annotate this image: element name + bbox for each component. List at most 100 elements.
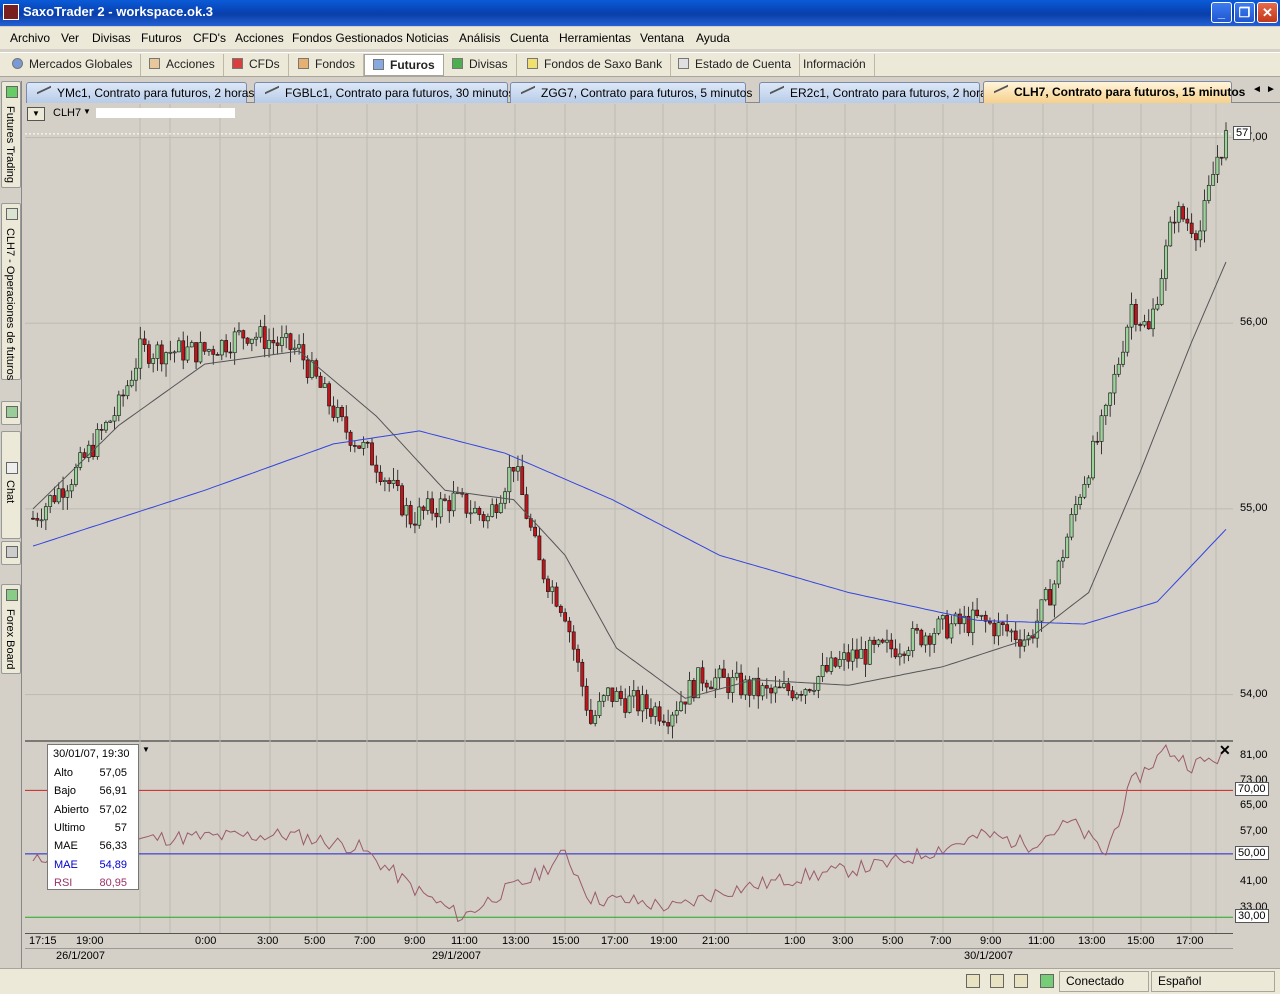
candle-body	[112, 415, 117, 422]
symbol-dropdown-icon[interactable]: ▼	[83, 107, 91, 116]
sidebar-chat[interactable]: Chat	[1, 431, 21, 539]
toolbar-mercados-globales[interactable]: Mercados Globales	[4, 54, 142, 76]
candle-body	[219, 340, 224, 356]
tab-label: CLH7, Contrato para futuros, 15 minutos	[1014, 85, 1246, 99]
tab-er2c1[interactable]: ER2c1, Contrato para futuros, 2 horas	[759, 82, 993, 103]
menu-archivo[interactable]: Archivo	[10, 31, 50, 45]
candle-body	[52, 495, 57, 503]
candle-body	[387, 480, 392, 484]
candle-body	[945, 615, 949, 639]
time-axis-label: 11:00	[451, 935, 478, 947]
candle-body	[271, 339, 276, 344]
sidebar-forex-board[interactable]: Forex Board	[1, 584, 21, 674]
candle-body	[752, 677, 756, 696]
menu-ver[interactable]: Ver	[61, 31, 79, 45]
toolbar-divisas[interactable]: Divisas	[444, 54, 517, 76]
candle-body	[224, 340, 229, 353]
toolbar-cfds[interactable]: CFDs	[224, 54, 289, 76]
candle-body	[846, 652, 851, 662]
candle-body	[451, 492, 456, 512]
chart-line-icon	[994, 84, 1008, 100]
candle-body	[614, 691, 619, 702]
candle-body	[335, 407, 340, 418]
toolbar-estado-cuenta[interactable]: Estado de Cuenta	[670, 54, 801, 76]
menu-herramientas[interactable]: Herramientas	[559, 31, 631, 45]
candle-body	[623, 698, 628, 713]
candle-body	[700, 667, 705, 684]
candle-body	[365, 441, 370, 444]
price-axis-label: 56,00	[1240, 316, 1268, 329]
candle-body	[189, 342, 194, 348]
menu-ventana[interactable]: Ventana	[640, 31, 684, 45]
tab-clh7[interactable]: CLH7, Contrato para futuros, 15 minutos	[983, 81, 1245, 103]
sidebar-chart[interactable]	[1, 401, 21, 425]
candle-body	[713, 677, 718, 690]
tab-ymc1[interactable]: YMc1, Contrato para futuros, 2 horas	[26, 82, 254, 103]
tab-fgblc1[interactable]: FGBLc1, Contrato para futuros, 30 minuto…	[254, 82, 514, 103]
info-value: 57	[114, 821, 127, 834]
connection-status: Conectado	[1059, 971, 1149, 992]
toolbar-informacion[interactable]: Información	[795, 54, 875, 76]
tabs-scroll-right[interactable]: ►	[1266, 84, 1276, 95]
menu-analisis[interactable]: Análisis	[459, 31, 500, 45]
close-indicator-icon[interactable]: ✕	[1219, 742, 1231, 759]
candle-body	[546, 578, 550, 592]
candle-body	[829, 657, 834, 672]
time-axis-label: 3:00	[832, 935, 854, 947]
menu-cuenta[interactable]: Cuenta	[510, 31, 549, 45]
tab-label: ZGG7, Contrato para futuros, 5 minutos	[541, 86, 753, 100]
candle-body	[855, 649, 859, 659]
candle-body	[876, 639, 881, 645]
candle-body	[696, 667, 701, 699]
candle-body	[1146, 321, 1151, 330]
menu-ayuda[interactable]: Ayuda	[696, 31, 730, 45]
price-chart[interactable]	[25, 104, 1233, 936]
candle-body	[833, 657, 838, 667]
candle-body	[747, 679, 752, 696]
sidebar-clh7-operaciones[interactable]: CLH7 - Operaciones de futuros	[1, 203, 21, 380]
sidebar-label: Chat	[4, 480, 16, 504]
candle-body	[803, 689, 808, 696]
sidebar-futures-trading[interactable]: Futures Trading	[1, 81, 21, 188]
menu-divisas[interactable]: Divisas	[92, 31, 131, 45]
tab-label: FGBLc1, Contrato para futuros, 30 minuto…	[285, 86, 515, 100]
menu-acciones[interactable]: Acciones	[235, 31, 284, 45]
toolbar-acciones[interactable]: Acciones	[141, 54, 224, 76]
info-row: Abierto 57,02	[53, 804, 135, 820]
maximize-button[interactable]: ❐	[1234, 2, 1255, 23]
info-dropdown-icon[interactable]: ▼	[142, 745, 150, 754]
sidebar-book[interactable]	[1, 541, 21, 565]
toolbar-fondos-saxo[interactable]: Fondos de Saxo Bank	[519, 54, 672, 76]
menu-noticias[interactable]: Noticias	[406, 31, 449, 45]
rsi-axis-label: 65,00	[1240, 799, 1268, 812]
tab-zgg7[interactable]: ZGG7, Contrato para futuros, 5 minutos	[510, 82, 752, 103]
minimize-button[interactable]: _	[1211, 2, 1232, 23]
price-axis-label: 54,00	[1240, 687, 1268, 700]
data-window: 30/01/07, 19:30 Alto 57,05 Bajo 56,91 Abiert…	[47, 744, 139, 890]
candle-body	[39, 519, 44, 522]
candle-body	[1069, 514, 1074, 538]
chart-canvas[interactable]	[25, 104, 1233, 936]
time-axis-label: 0:00	[195, 935, 217, 947]
toolbar-label: CFDs	[249, 57, 280, 71]
toolbar-futuros[interactable]: Futuros	[364, 54, 444, 76]
candle-body	[820, 665, 825, 677]
candle-body	[619, 691, 623, 699]
candle-body	[734, 672, 739, 678]
toolbar-fondos[interactable]: Fondos	[290, 54, 365, 76]
candle-body	[284, 333, 289, 338]
candle-body	[395, 479, 400, 487]
tabs-scroll-left[interactable]: ◄	[1252, 84, 1262, 95]
candle-body	[764, 685, 769, 689]
candle-body	[181, 340, 186, 361]
chart-line-icon	[770, 85, 784, 101]
candle-body	[597, 700, 602, 716]
candle-body	[554, 586, 559, 607]
close-button[interactable]: ✕	[1257, 2, 1278, 23]
menu-fondos-gestionados[interactable]: Fondos Gestionados	[292, 31, 403, 45]
menu-futuros[interactable]: Futuros	[141, 31, 182, 45]
chart-menu-button[interactable]: ▼	[27, 107, 45, 121]
menu-cfds[interactable]: CFD's	[193, 31, 226, 45]
symbol-input[interactable]	[96, 108, 235, 118]
candle-body	[1133, 304, 1138, 325]
